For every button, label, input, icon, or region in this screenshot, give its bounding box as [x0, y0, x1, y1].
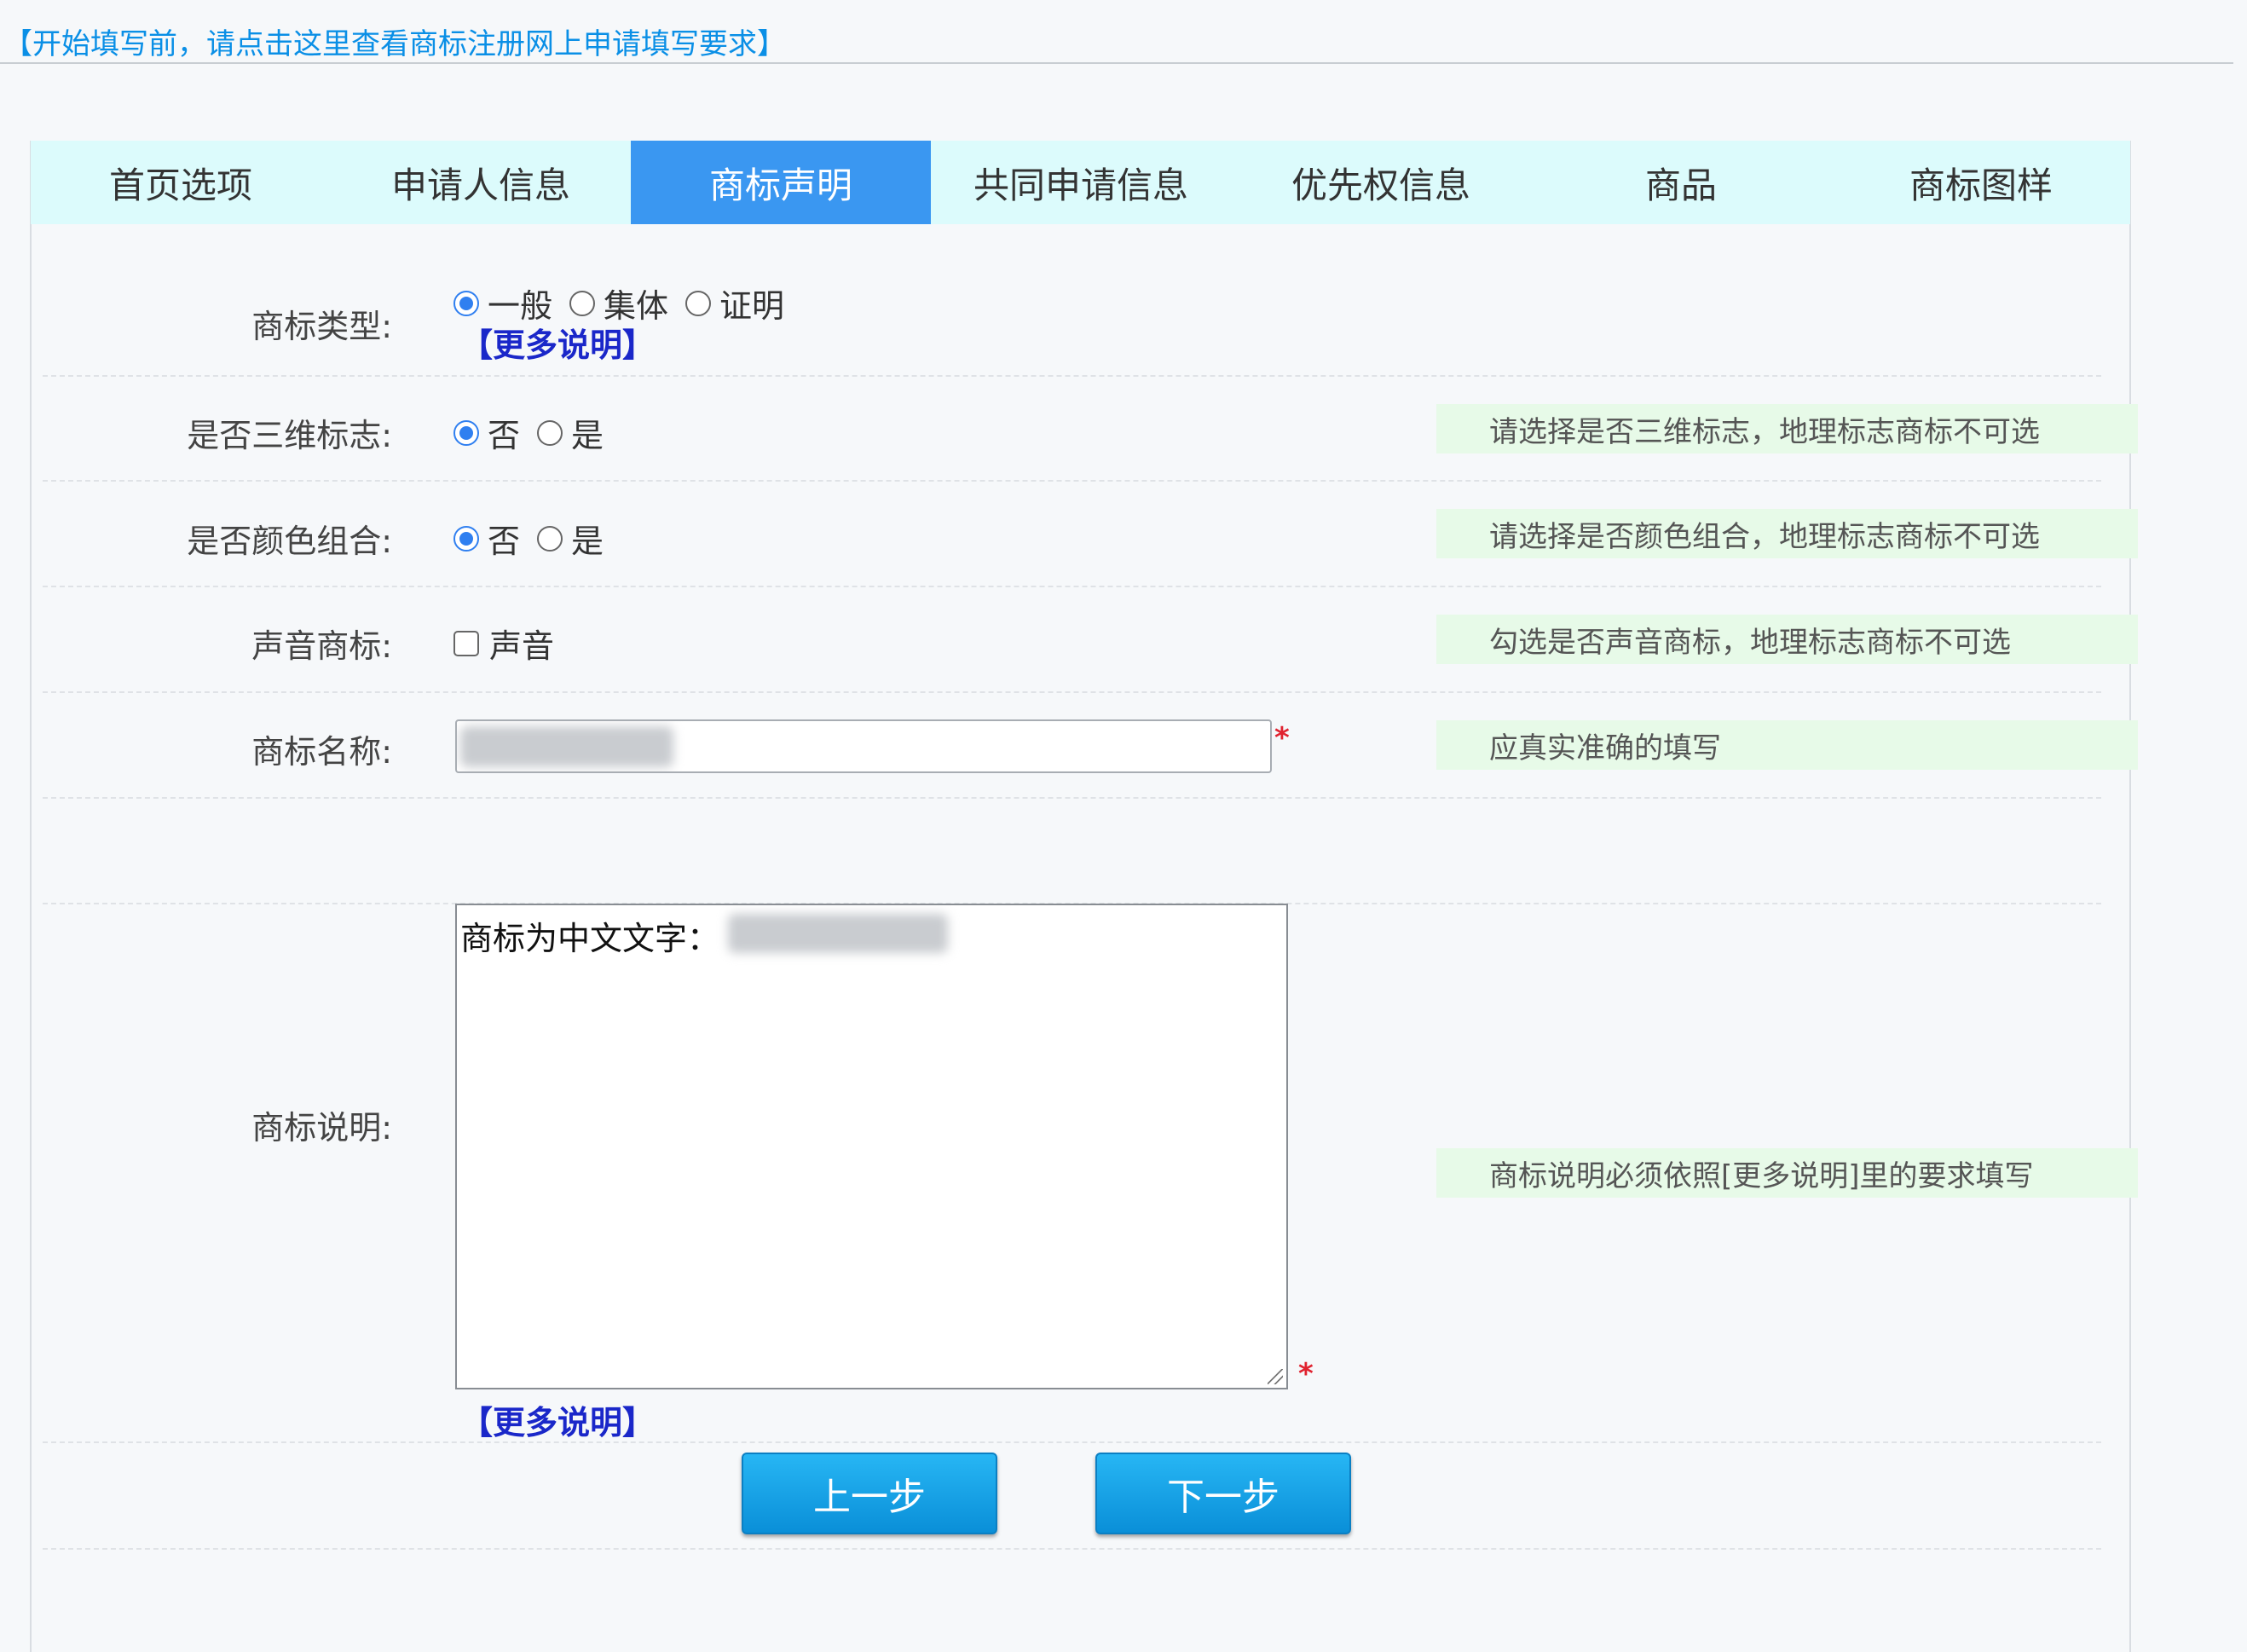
three-d-hint: 请选择是否三维标志，地理标志商标不可选 [1436, 404, 2138, 453]
required-mark: * [1274, 721, 1290, 755]
three-d-no-radio[interactable] [453, 419, 479, 446]
color-combo-yes-text: 是 [571, 523, 604, 560]
top-divider [0, 62, 2233, 64]
tab-goods[interactable]: 商品 [1531, 141, 1831, 224]
redacted-desc-value [728, 914, 948, 953]
instructions-link[interactable]: 【开始填写前，请点击这里查看商标注册网上申请填写要求】 [3, 20, 786, 62]
row-divider [43, 480, 2101, 482]
sound-checkbox[interactable] [453, 630, 479, 656]
type-certification-text: 证明 [719, 287, 785, 325]
trademark-desc-label: 商标说明: [251, 1109, 392, 1147]
sound-checkbox-text: 声音 [489, 627, 555, 665]
type-collective-radio[interactable] [569, 290, 596, 316]
row-divider [43, 1548, 2101, 1550]
three-d-options: 否 是 [453, 409, 621, 456]
three-d-yes-text: 是 [571, 417, 604, 454]
color-combo-hint: 请选择是否颜色组合，地理标志商标不可选 [1436, 509, 2138, 558]
sound-hint: 勾选是否声音商标，地理标志商标不可选 [1436, 615, 2138, 664]
tab-trademark-image[interactable]: 商标图样 [1831, 141, 2131, 224]
next-step-button[interactable]: 下一步 [1095, 1453, 1351, 1534]
row-divider [43, 586, 2101, 587]
redacted-name-value [460, 726, 673, 767]
trademark-desc-textarea[interactable]: 商标为中文文字： [455, 904, 1288, 1389]
tab-joint-application[interactable]: 共同申请信息 [931, 141, 1231, 224]
trademark-name-hint: 应真实准确的填写 [1436, 720, 2138, 770]
trademark-desc-prefix: 商标为中文文字： [460, 920, 720, 957]
type-general-radio[interactable] [453, 290, 479, 316]
three-d-no-text: 否 [488, 417, 521, 454]
color-combo-label: 是否颜色组合: [187, 523, 392, 560]
trademark-desc-hint: 商标说明必须依照[更多说明]里的要求填写 [1436, 1148, 2138, 1198]
color-combo-no-radio[interactable] [453, 525, 479, 552]
sound-options: 声音 [453, 620, 571, 667]
prev-step-button[interactable]: 上一步 [742, 1453, 997, 1534]
row-divider [43, 797, 2101, 799]
resize-handle[interactable] [1268, 1369, 1283, 1384]
three-d-label: 是否三维标志: [187, 417, 392, 454]
three-d-yes-radio[interactable] [537, 419, 563, 446]
tab-trademark-declaration[interactable]: 商标声明 [631, 141, 931, 224]
color-combo-options: 否 是 [453, 515, 621, 562]
sound-label: 声音商标: [251, 627, 392, 665]
row-divider [43, 375, 2101, 377]
tab-home-options[interactable]: 首页选项 [31, 141, 331, 224]
form-frame [30, 141, 2131, 1652]
tab-bar: 首页选项 申请人信息 商标声明 共同申请信息 优先权信息 商品 商标图样 [31, 141, 2130, 224]
tab-priority-info[interactable]: 优先权信息 [1231, 141, 1531, 224]
trademark-type-label: 商标类型: [251, 308, 392, 345]
trademark-name-label: 商标名称: [251, 733, 392, 771]
more-info-link-desc[interactable]: 【更多说明】 [460, 1396, 655, 1443]
tab-applicant-info[interactable]: 申请人信息 [331, 141, 631, 224]
row-divider [43, 1441, 2101, 1443]
color-combo-yes-radio[interactable] [537, 525, 563, 552]
row-divider [43, 691, 2101, 693]
type-certification-radio[interactable] [685, 290, 712, 316]
trademark-name-input[interactable] [455, 719, 1272, 773]
color-combo-no-text: 否 [488, 523, 521, 560]
more-info-link-type[interactable]: 【更多说明】 [460, 319, 655, 366]
required-mark: * [1298, 1357, 1314, 1391]
